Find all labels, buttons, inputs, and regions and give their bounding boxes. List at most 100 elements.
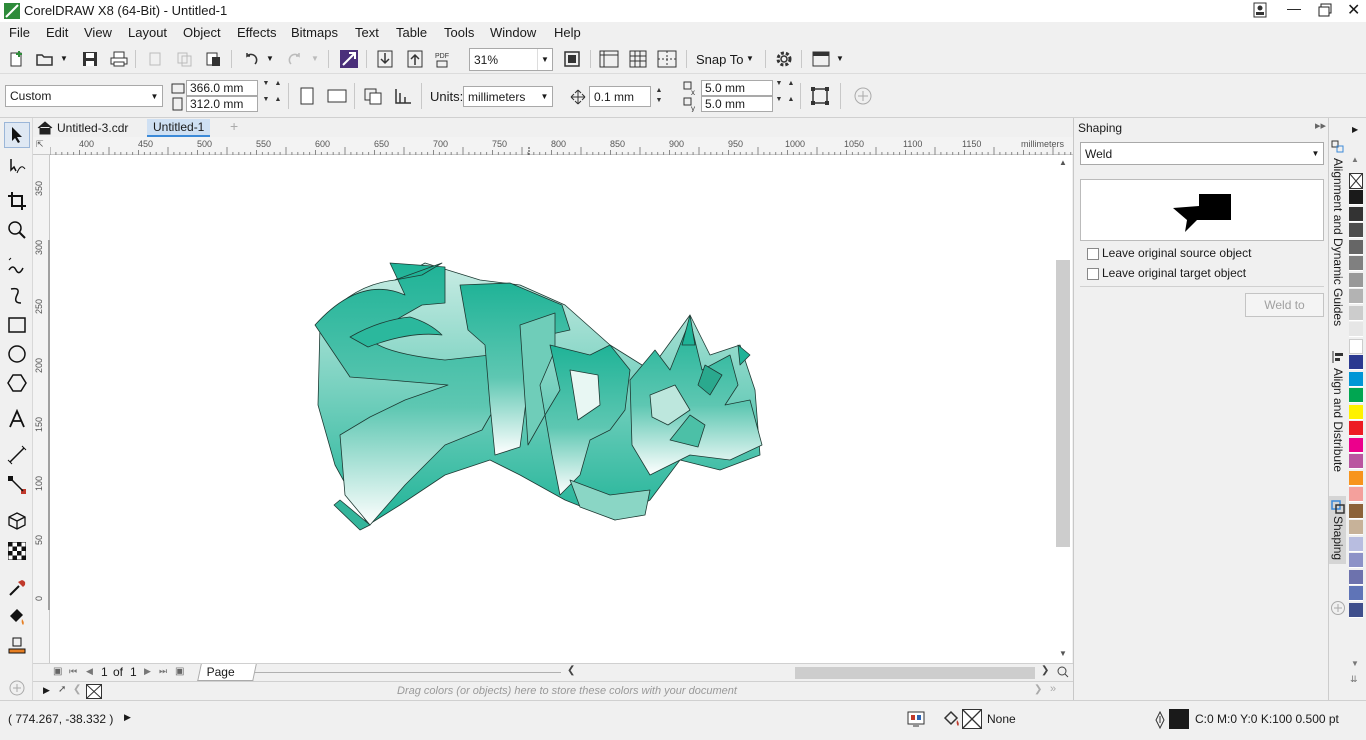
page-width-spinner-up[interactable]: ▲ — [272, 80, 284, 96]
zoom-dropdown-icon[interactable]: ▼ — [537, 49, 552, 70]
all-pages-icon[interactable] — [362, 85, 384, 107]
menu-layout[interactable]: Layout — [128, 25, 167, 40]
page-height-spinner[interactable]: ▼ — [260, 96, 272, 112]
page-1-tab[interactable]: Page 1 — [197, 664, 257, 693]
color-swatch[interactable] — [1349, 322, 1363, 337]
add-tool-icon[interactable] — [4, 675, 30, 701]
palette-flyout-icon[interactable]: ▶ — [1352, 125, 1358, 134]
units-select[interactable]: millimeters ▼ — [463, 86, 553, 107]
color-swatch[interactable] — [1349, 223, 1363, 238]
palette-scroll-down-icon[interactable]: ▼ — [1351, 659, 1359, 668]
ruler-origin-icon[interactable]: ⇱ — [36, 139, 44, 150]
crop-tool-icon[interactable] — [4, 188, 30, 214]
treat-as-filled-icon[interactable] — [809, 85, 831, 107]
import-icon[interactable] — [374, 48, 396, 70]
add-toolbar-item-icon[interactable] — [852, 85, 874, 107]
current-page-icon[interactable] — [392, 85, 414, 107]
palette-expand-icon[interactable]: » — [1050, 683, 1056, 695]
undo-icon[interactable] — [240, 48, 262, 70]
pick-tool-icon[interactable] — [4, 122, 30, 148]
color-swatch[interactable] — [1349, 470, 1363, 486]
menu-bitmaps[interactable]: Bitmaps — [291, 25, 338, 40]
duplicate-y-spinner[interactable]: ▼ — [773, 96, 785, 112]
color-swatch[interactable] — [1349, 256, 1363, 271]
portrait-icon[interactable] — [296, 85, 318, 107]
zoom-to-page-icon[interactable] — [561, 48, 583, 70]
menu-window[interactable]: Window — [490, 25, 536, 40]
duplicate-x-input[interactable]: 5.0 mm — [701, 80, 773, 96]
next-page-icon[interactable]: ▶ — [144, 666, 151, 677]
zoom-level-input[interactable]: 31% ▼ — [469, 48, 553, 71]
color-swatch[interactable] — [1349, 421, 1363, 436]
transparency-tool-icon[interactable] — [4, 538, 30, 564]
fill-color-none-swatch[interactable] — [962, 709, 982, 729]
document-palette[interactable]: ▶ ➚ ❮ Drag colors (or objects) here to s… — [33, 681, 1073, 700]
polygon-tool-icon[interactable] — [4, 370, 30, 396]
first-page-icon[interactable]: ⏮ — [69, 666, 77, 677]
color-eyedropper-icon[interactable] — [4, 575, 30, 601]
scroll-left-icon[interactable]: ❮ — [567, 665, 575, 676]
color-swatch[interactable] — [1349, 355, 1363, 370]
account-icon[interactable] — [1252, 2, 1268, 18]
nudge-spinner[interactable]: ▲ ▼ — [653, 86, 665, 106]
publish-pdf-icon[interactable]: PDF — [432, 48, 454, 70]
palette-expand-down-icon[interactable]: ⇊ — [1350, 674, 1358, 685]
page-size-dropdown-icon[interactable]: ▼ — [147, 86, 162, 106]
palette-scroll-up-icon[interactable]: ▲ — [1351, 155, 1359, 164]
save-icon[interactable] — [79, 48, 101, 70]
landscape-icon[interactable] — [326, 85, 348, 107]
export-icon[interactable] — [404, 48, 426, 70]
scroll-down-icon[interactable]: ▼ — [1059, 649, 1067, 658]
snap-to-button[interactable]: Snap To — [696, 52, 743, 67]
freehand-tool-icon[interactable] — [4, 253, 30, 279]
tab-untitled-3[interactable]: Untitled-3.cdr — [57, 121, 128, 135]
new-tab-icon[interactable]: + — [230, 118, 238, 134]
color-swatch[interactable] — [1349, 454, 1363, 469]
page-height-spinner-up[interactable]: ▲ — [272, 96, 284, 112]
interactive-fill-icon[interactable] — [4, 604, 30, 630]
smart-fill-icon[interactable] — [4, 633, 30, 659]
vertical-ruler[interactable]: 350 300 250 200 150 100 50 0 — [33, 155, 50, 663]
color-swatch[interactable] — [1349, 305, 1363, 321]
connector-tool-icon[interactable] — [4, 472, 30, 498]
no-color-swatch[interactable] — [86, 684, 102, 699]
paste-icon[interactable] — [202, 48, 224, 70]
artistic-media-tool-icon[interactable] — [4, 282, 30, 308]
cut-icon[interactable] — [144, 48, 166, 70]
previous-page-icon[interactable]: ◀ — [86, 666, 93, 677]
rectangle-tool-icon[interactable] — [4, 312, 30, 338]
color-swatch[interactable] — [1349, 487, 1363, 502]
redo-icon[interactable] — [284, 48, 306, 70]
duplicate-y-input[interactable]: 5.0 mm — [701, 96, 773, 112]
show-guidelines-icon[interactable] — [656, 48, 678, 70]
color-swatch[interactable] — [1349, 206, 1363, 222]
vertical-scroll-thumb[interactable] — [1056, 260, 1070, 547]
color-swatch[interactable] — [1349, 503, 1363, 519]
palette-scroll-right-icon[interactable]: ❯ — [1034, 684, 1042, 695]
weld-to-button[interactable]: Weld to — [1245, 293, 1324, 317]
maximize-button[interactable] — [1318, 3, 1332, 17]
drawing-canvas[interactable] — [50, 155, 1055, 663]
text-tool-icon[interactable] — [4, 406, 30, 432]
new-document-icon[interactable] — [5, 48, 27, 70]
palette-scroll-left-icon[interactable]: ❮ — [73, 684, 81, 695]
color-swatch[interactable] — [1349, 239, 1363, 255]
show-rulers-icon[interactable] — [598, 48, 620, 70]
menu-text[interactable]: Text — [355, 25, 379, 40]
shape-tool-icon[interactable] — [4, 154, 30, 180]
no-fill-swatch[interactable] — [1349, 173, 1363, 189]
color-swatch[interactable] — [1349, 404, 1363, 420]
menu-file[interactable]: File — [9, 25, 30, 40]
leave-target-checkbox[interactable] — [1087, 268, 1099, 280]
tab-untitled-1[interactable]: Untitled-1 — [147, 119, 211, 137]
duplicate-x-spinner-up[interactable]: ▲ — [785, 80, 797, 96]
tab-shaping-active[interactable]: Shaping — [1329, 496, 1347, 564]
duplicate-x-spinner[interactable]: ▼ — [773, 80, 785, 96]
docker-expand-icon[interactable]: ▸▸ — [1315, 119, 1326, 132]
units-dropdown-icon[interactable]: ▼ — [537, 87, 552, 106]
scroll-right-icon[interactable]: ❯ — [1041, 665, 1049, 676]
menu-object[interactable]: Object — [183, 25, 221, 40]
horizontal-scroll-thumb[interactable] — [795, 667, 1035, 679]
palette-menu-icon[interactable]: ▶ — [43, 685, 50, 696]
page-height-input[interactable]: 312.0 mm — [186, 96, 258, 112]
